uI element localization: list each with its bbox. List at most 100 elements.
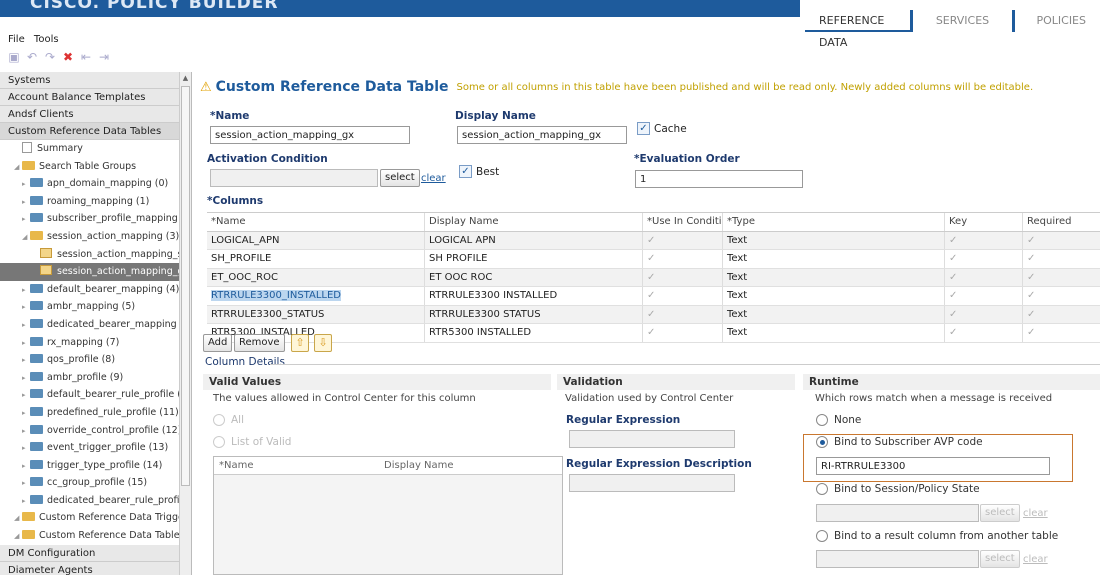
col-header-key[interactable]: Key xyxy=(945,213,1023,231)
cell-type[interactable]: Text xyxy=(723,305,945,323)
scroll-thumb[interactable] xyxy=(181,86,190,486)
collapsed-arrow-icon[interactable]: ▸ xyxy=(22,458,30,475)
sidebar-scrollbar[interactable]: ▲ xyxy=(179,72,191,575)
forward-icon[interactable]: ⇥ xyxy=(98,50,110,64)
menu-tools[interactable]: Tools xyxy=(34,34,59,45)
redo-icon[interactable]: ↷ xyxy=(44,50,56,64)
col-header-display[interactable]: Display Name xyxy=(425,213,643,231)
tree-item[interactable]: ▸ ambr_mapping (5) xyxy=(0,298,180,316)
checkmark-icon[interactable]: ✓ xyxy=(1027,327,1035,338)
table-row[interactable]: RTRRULE3300_INSTALLED RTRRULE3300 INSTALL… xyxy=(207,287,1100,306)
collapsed-arrow-icon[interactable]: ▸ xyxy=(22,282,30,299)
tree-item[interactable]: ◢ session_action_mapping (3) xyxy=(0,228,180,246)
radio-bind-avp-circle[interactable] xyxy=(816,436,828,448)
checkmark-icon[interactable]: ✓ xyxy=(949,309,957,320)
add-button[interactable]: Add xyxy=(203,334,233,352)
tree-item[interactable]: ▸ ambr_profile (9) xyxy=(0,369,180,387)
collapsed-arrow-icon[interactable]: ▸ xyxy=(22,370,30,387)
checkmark-icon[interactable]: ✓ xyxy=(647,327,655,338)
collapsed-arrow-icon[interactable]: ▸ xyxy=(22,317,30,334)
cell-required[interactable]: ✓ xyxy=(1023,287,1100,305)
cell-use-in-condition[interactable]: ✓ xyxy=(643,324,723,342)
radio-none-circle[interactable] xyxy=(816,414,828,426)
checkmark-icon[interactable]: ✓ xyxy=(949,235,957,246)
save-icon[interactable]: ▣ xyxy=(8,50,20,64)
cell-required[interactable]: ✓ xyxy=(1023,232,1100,250)
checkmark-icon[interactable]: ✓ xyxy=(1027,253,1035,264)
display-name-input[interactable] xyxy=(457,126,627,144)
cell-key[interactable]: ✓ xyxy=(945,324,1023,342)
scroll-up-icon[interactable]: ▲ xyxy=(181,73,190,83)
cell-type[interactable]: Text xyxy=(723,231,945,249)
cell-type[interactable]: Text xyxy=(723,268,945,286)
cell-use-in-condition[interactable]: ✓ xyxy=(643,287,723,305)
collapsed-arrow-icon[interactable]: ▸ xyxy=(22,475,30,492)
name-input[interactable] xyxy=(210,126,410,144)
cell-type[interactable]: Text xyxy=(723,287,945,305)
tab-reference-data[interactable]: REFERENCE DATA xyxy=(805,10,913,49)
collapsed-arrow-icon[interactable]: ▸ xyxy=(22,423,30,440)
cache-check-icon[interactable]: ✓ xyxy=(637,122,650,135)
sidebar-section-systems[interactable]: Systems xyxy=(0,72,180,89)
table-row[interactable]: SH_PROFILE SH PROFILE ✓ Text ✓ ✓ xyxy=(207,250,1100,269)
expanded-arrow-icon[interactable]: ◢ xyxy=(14,510,22,527)
expanded-arrow-icon[interactable]: ◢ xyxy=(14,528,22,545)
sidebar-section-dm-config[interactable]: DM Configuration xyxy=(0,544,180,562)
tree-item[interactable]: ▸ roaming_mapping (1) xyxy=(0,193,180,211)
tree-item[interactable]: ◢ Custom Reference Data Tables xyxy=(0,527,180,545)
cell-required[interactable]: ✓ xyxy=(1023,306,1100,324)
sidebar-section-account-balance[interactable]: Account Balance Templates xyxy=(0,89,180,106)
tree-item[interactable]: Summary xyxy=(0,140,180,158)
cell-key[interactable]: ✓ xyxy=(945,305,1023,323)
collapsed-arrow-icon[interactable]: ▸ xyxy=(22,352,30,369)
tree-item[interactable]: ▸ default_bearer_mapping (4) xyxy=(0,281,180,299)
collapsed-arrow-icon[interactable]: ▸ xyxy=(22,405,30,422)
undo-icon[interactable]: ↶ xyxy=(26,50,38,64)
col-header-type[interactable]: *Type xyxy=(723,213,945,231)
tree-item[interactable]: ▸ default_bearer_rule_profile (10) xyxy=(0,386,180,404)
tree-item[interactable]: ▸ dedicated_bearer_mapping (6) xyxy=(0,316,180,334)
cell-name[interactable]: SH_PROFILE xyxy=(207,250,425,268)
cell-key[interactable]: ✓ xyxy=(945,250,1023,268)
activation-clear-link[interactable]: clear xyxy=(421,173,446,184)
tab-services[interactable]: SERVICES xyxy=(913,10,1015,32)
checkmark-icon[interactable]: ✓ xyxy=(647,253,655,264)
cell-name[interactable]: RTRRULE3300_INSTALLED xyxy=(207,287,425,305)
tree-item[interactable]: session_action_mapping_sy xyxy=(0,246,180,264)
col-header-name[interactable]: *Name xyxy=(207,213,425,231)
cache-checkbox[interactable]: ✓ Cache xyxy=(637,122,687,135)
cell-display-name[interactable]: ET OOC ROC xyxy=(425,268,643,286)
radio-bind-result-circle[interactable] xyxy=(816,530,828,542)
col-header-use[interactable]: *Use In Conditic xyxy=(643,213,723,231)
cell-use-in-condition[interactable]: ✓ xyxy=(643,305,723,323)
tree-item[interactable]: ▸ dedicated_bearer_rule_profile ( xyxy=(0,492,180,510)
radio-none[interactable]: None xyxy=(816,414,861,426)
cell-required[interactable]: ✓ xyxy=(1023,324,1100,342)
best-checkbox[interactable]: ✓ Best xyxy=(459,165,499,178)
valid-values-list[interactable]: *Name Display Name xyxy=(213,456,563,575)
table-row[interactable]: LOGICAL_APN LOGICAL APN ✓ Text ✓ ✓ xyxy=(207,231,1100,250)
cell-name[interactable]: LOGICAL_APN xyxy=(207,231,425,249)
sidebar-section-diameter-agents[interactable]: Diameter Agents xyxy=(0,561,180,575)
cell-use-in-condition[interactable]: ✓ xyxy=(643,250,723,268)
checkmark-icon[interactable]: ✓ xyxy=(647,309,655,320)
expanded-arrow-icon[interactable]: ◢ xyxy=(14,159,22,176)
radio-bind-result[interactable]: Bind to a result column from another tab… xyxy=(816,530,1058,542)
tab-policies[interactable]: POLICIES xyxy=(1015,10,1100,32)
table-row[interactable]: ET_OOC_ROC ET OOC ROC ✓ Text ✓ ✓ xyxy=(207,268,1100,287)
back-icon[interactable]: ⇤ xyxy=(80,50,92,64)
cell-display-name[interactable]: RTR5300 INSTALLED xyxy=(425,324,643,342)
table-row[interactable]: RTR5300_INSTALLED RTR5300 INSTALLED ✓ Text ✓… xyxy=(207,324,1100,343)
checkmark-icon[interactable]: ✓ xyxy=(949,290,957,301)
cell-display-name[interactable]: SH PROFILE xyxy=(425,250,643,268)
regex-desc-input[interactable] xyxy=(569,474,735,492)
collapsed-arrow-icon[interactable]: ▸ xyxy=(22,440,30,457)
cell-required[interactable]: ✓ xyxy=(1023,250,1100,268)
activation-select-button[interactable]: select xyxy=(380,169,420,187)
tree-item[interactable]: ▸ subscriber_profile_mapping (2) xyxy=(0,210,180,228)
collapsed-arrow-icon[interactable]: ▸ xyxy=(22,387,30,404)
radio-bind-avp[interactable]: Bind to Subscriber AVP code xyxy=(816,436,983,448)
tree-item[interactable]: ▸ predefined_rule_profile (11) xyxy=(0,404,180,422)
table-row[interactable]: RTRRULE3300_STATUS RTRRULE3300 STATUS ✓ Tex… xyxy=(207,305,1100,324)
sidebar-section-andsf[interactable]: Andsf Clients xyxy=(0,106,180,123)
